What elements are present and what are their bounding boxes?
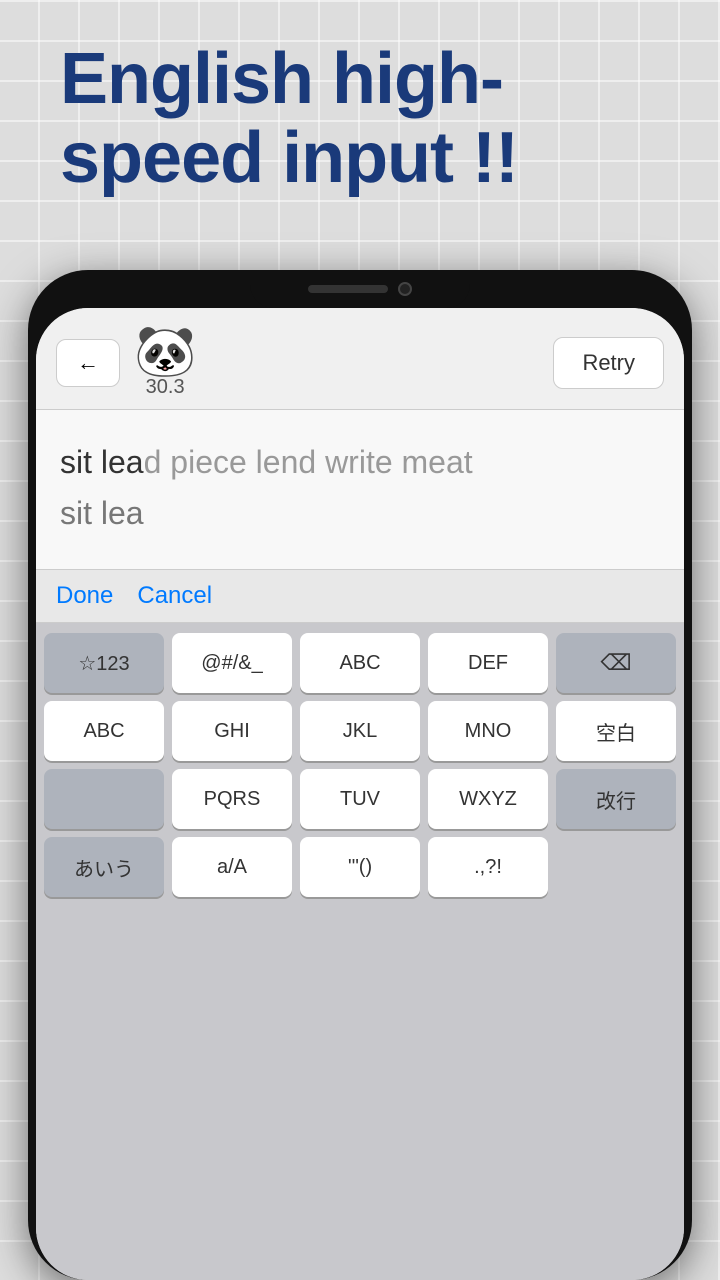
key-row-1: ☆123 @#/&_ ABC DEF ⌫ bbox=[44, 633, 676, 693]
key-wxyz[interactable]: WXYZ bbox=[428, 769, 548, 829]
key-symbols[interactable]: @#/&_ bbox=[172, 633, 292, 693]
notch-camera bbox=[398, 282, 412, 296]
notch-pill bbox=[308, 285, 388, 293]
text-display-area: sit lead piece lend write meat sit lea bbox=[36, 410, 684, 570]
key-star123[interactable]: ☆123 bbox=[44, 633, 164, 693]
back-button[interactable]: ← bbox=[56, 339, 120, 387]
key-pqrs[interactable]: PQRS bbox=[172, 769, 292, 829]
key-case-toggle[interactable]: a/A bbox=[172, 837, 292, 897]
key-mno[interactable]: MNO bbox=[428, 701, 548, 761]
key-placeholder-left bbox=[44, 769, 164, 829]
key-quotes[interactable]: '"() bbox=[300, 837, 420, 897]
retry-button[interactable]: Retry bbox=[553, 337, 664, 389]
key-punctuation[interactable]: .,?! bbox=[428, 837, 548, 897]
key-abc2[interactable]: ABC bbox=[44, 701, 164, 761]
app-content: ← 🐼 30.3 Retry sit lead piece lend write… bbox=[36, 308, 684, 1280]
score-display: 30.3 bbox=[146, 376, 185, 399]
keyboard-toolbar: Done Cancel bbox=[36, 570, 684, 623]
done-button[interactable]: Done bbox=[56, 582, 113, 610]
cancel-button[interactable]: Cancel bbox=[137, 582, 212, 610]
target-text-line: sit lead piece lend write meat bbox=[60, 440, 660, 485]
remaining-text: d piece lend write meat bbox=[144, 444, 473, 480]
key-row-2: ABC GHI JKL MNO 空白 bbox=[44, 701, 676, 761]
page-title: English high- speed input !! bbox=[60, 40, 660, 198]
phone-frame: ← 🐼 30.3 Retry sit lead piece lend write… bbox=[28, 270, 692, 1280]
key-aiueo[interactable]: あいう bbox=[44, 837, 164, 897]
key-def[interactable]: DEF bbox=[428, 633, 548, 693]
delete-key[interactable]: ⌫ bbox=[556, 633, 676, 693]
phone-notch bbox=[250, 270, 470, 308]
header-section: English high- speed input !! bbox=[60, 40, 660, 198]
key-enter-jp[interactable]: 改行 bbox=[556, 769, 676, 829]
current-input-line: sit lea bbox=[60, 491, 660, 536]
panda-mascot: 🐼 bbox=[134, 326, 196, 376]
key-jkl[interactable]: JKL bbox=[300, 701, 420, 761]
key-tuv[interactable]: TUV bbox=[300, 769, 420, 829]
top-bar: ← 🐼 30.3 Retry bbox=[36, 308, 684, 410]
panda-score-container: 🐼 30.3 bbox=[134, 326, 196, 399]
typed-portion: sit lea bbox=[60, 444, 144, 480]
key-row-3: PQRS TUV WXYZ 改行 bbox=[44, 769, 676, 829]
key-abc[interactable]: ABC bbox=[300, 633, 420, 693]
keyboard: ☆123 @#/&_ ABC DEF ⌫ ABC GHI JKL MNO 空白 bbox=[36, 623, 684, 1280]
key-space-jp[interactable]: 空白 bbox=[556, 701, 676, 761]
key-row-4: あいう a/A '"() .,?! 改行 bbox=[44, 837, 676, 897]
key-ghi[interactable]: GHI bbox=[172, 701, 292, 761]
phone-screen: ← 🐼 30.3 Retry sit lead piece lend write… bbox=[36, 308, 684, 1280]
